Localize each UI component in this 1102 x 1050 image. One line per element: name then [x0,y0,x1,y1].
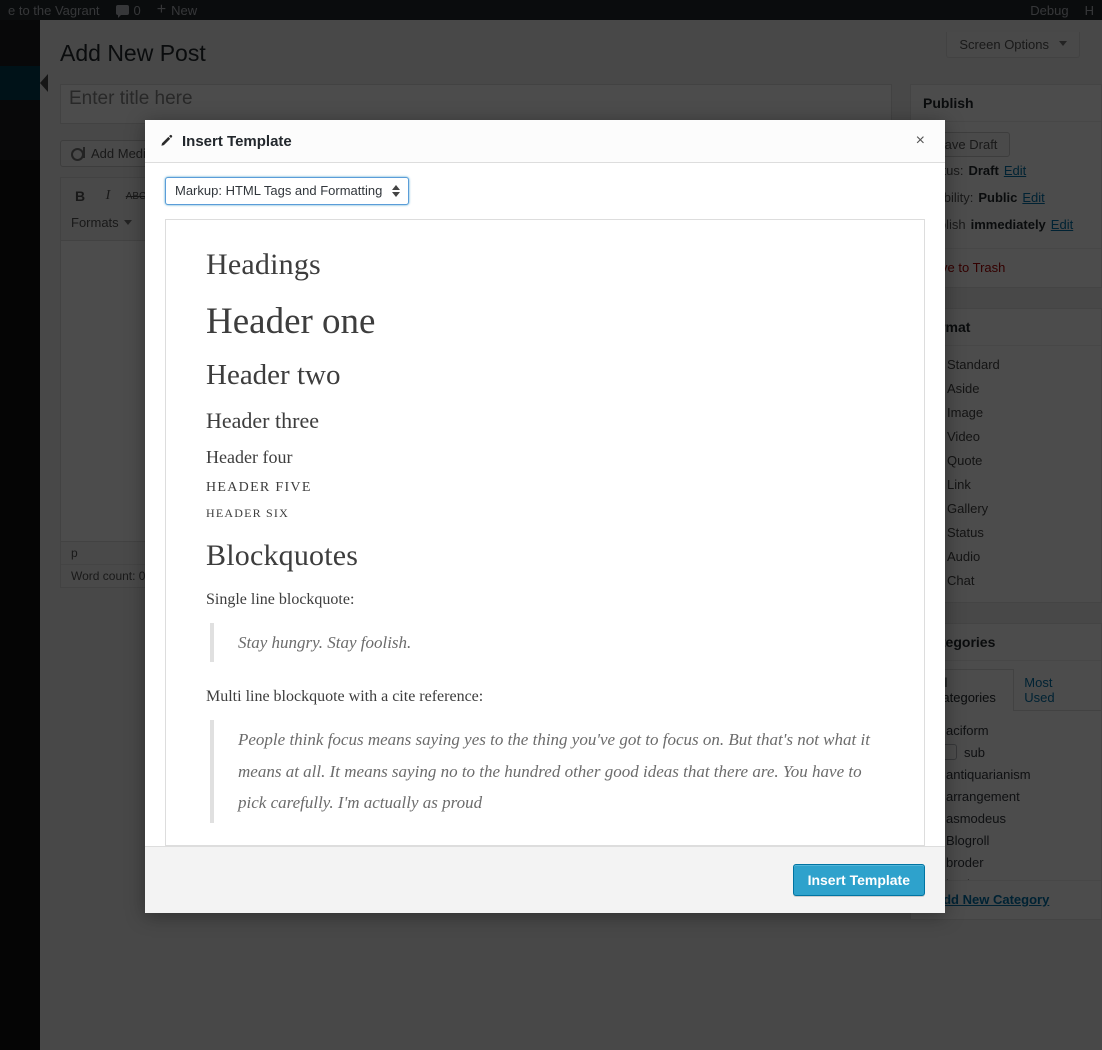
insert-template-modal: Insert Template × Markup: HTML Tags and … [145,120,945,913]
modal-header: Insert Template × [145,120,945,163]
pencil-icon [159,134,174,149]
preview-single-blockquote: Stay hungry. Stay foolish. [210,622,884,663]
preview-multi-blockquote: People think focus means saying yes to t… [210,720,884,823]
preview-h6: Header six [206,505,289,520]
screen-root: e to the Vagrant 0 + New Debug H [0,0,1102,1050]
close-icon[interactable]: × [910,129,931,153]
template-select[interactable]: Markup: HTML Tags and Formatting [165,177,410,205]
preview-section-headings: Headings [206,247,321,281]
template-preview-content: Headings Header one Header two Header th… [166,220,924,823]
chevron-updown-icon [392,184,401,197]
preview-single-label: Single line blockquote: [206,590,355,608]
template-select-value: Markup: HTML Tags and Formatting [175,183,383,199]
modal-footer: Insert Template [145,846,945,913]
preview-multi-label: Multi line blockquote with a cite refere… [206,688,484,706]
preview-h3: Header three [206,407,319,433]
preview-h1: Header one [206,300,376,342]
preview-h4: Header four [206,446,293,467]
template-preview-frame[interactable]: Headings Header one Header two Header th… [165,218,925,846]
insert-template-button[interactable]: Insert Template [792,864,925,896]
preview-section-blockquotes: Blockquotes [206,538,359,572]
modal-title-group: Insert Template [159,133,292,150]
modal-body: Markup: HTML Tags and Formatting Heading… [145,163,945,846]
preview-h5: Header five [206,479,312,495]
preview-h2: Header two [206,358,341,391]
modal-title: Insert Template [182,132,292,150]
